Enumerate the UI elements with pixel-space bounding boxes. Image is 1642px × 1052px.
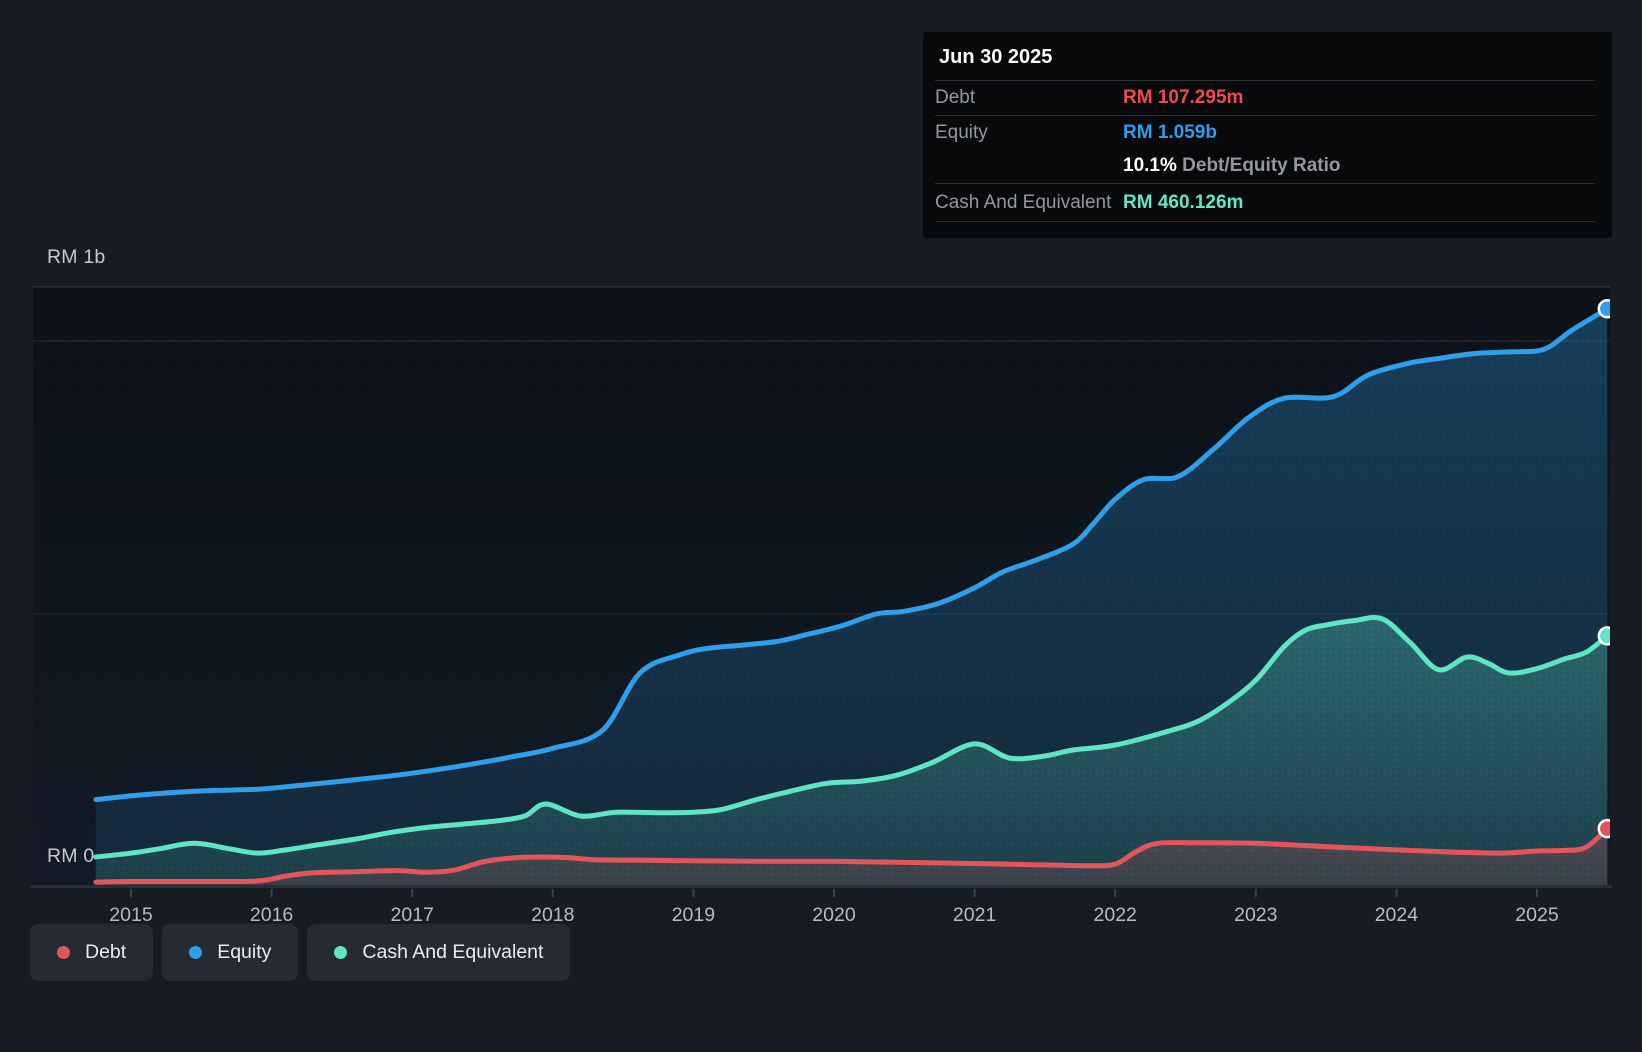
tooltip-label: Cash And Equivalent xyxy=(935,191,1112,213)
legend-item-cash-and-equivalent[interactable]: Cash And Equivalent xyxy=(307,924,571,981)
x-axis-label-2018: 2018 xyxy=(531,904,574,926)
tooltip-value: RM 460.126m xyxy=(1123,191,1244,213)
endpoint-marker-equity[interactable] xyxy=(1597,299,1616,319)
balance-sheet-chart-page: 2015 2016 2017 2018 2019 2020 2021 2022 2023 2024… xyxy=(0,0,1642,1052)
legend-item-debt[interactable]: Debt xyxy=(30,924,154,981)
tooltip-row-debt: Debt RM 107.295m xyxy=(935,80,1595,115)
x-axis-label-2023: 2023 xyxy=(1234,904,1277,926)
x-axis-label-2020: 2020 xyxy=(812,904,856,926)
x-axis-label-2015: 2015 xyxy=(109,904,153,926)
x-axis-label-2024: 2024 xyxy=(1375,904,1419,926)
equity-legend-dot xyxy=(189,946,203,959)
legend-label: Cash And Equivalent xyxy=(362,941,544,963)
tooltip-row-debt-equity-ratio: 10.1% Debt/Equity Ratio xyxy=(935,149,1595,183)
x-axis-label-2021: 2021 xyxy=(953,904,996,926)
x-axis-label-2016: 2016 xyxy=(250,904,293,926)
endpoint-marker-cash[interactable] xyxy=(1597,626,1616,646)
tooltip-value: 10.1% Debt/Equity Ratio xyxy=(1123,155,1341,176)
tooltip-value: RM 107.295m xyxy=(1123,87,1244,108)
legend-label: Debt xyxy=(85,941,127,963)
x-axis-line xyxy=(30,885,1612,888)
tooltip-row-equity: Equity RM 1.059b xyxy=(935,115,1595,149)
x-axis-label-2022: 2022 xyxy=(1094,904,1137,926)
y-axis-label-1b: RM 1b xyxy=(47,246,106,268)
chart-legend: Debt Equity Cash And Equivalent xyxy=(30,924,571,981)
tooltip-label: Debt xyxy=(935,87,976,108)
chart-tooltip: Jun 30 2025 Debt RM 107.295m Equity RM 1.05… xyxy=(923,32,1612,238)
tooltip-label: Equity xyxy=(935,121,988,143)
legend-item-equity[interactable]: Equity xyxy=(162,924,299,981)
x-axis-label-2019: 2019 xyxy=(672,904,715,926)
tooltip-rows: Debt RM 107.295m Equity RM 1.059b 10.1% Debt… xyxy=(935,80,1595,222)
x-axis-label-2025: 2025 xyxy=(1515,904,1559,926)
tooltip-value: RM 1.059b xyxy=(1123,121,1217,143)
tooltip-row-cash-and-equivalent: Cash And Equivalent RM 460.126m xyxy=(935,183,1595,222)
legend-label: Equity xyxy=(217,941,272,963)
debt-legend-dot xyxy=(57,946,70,959)
plot-texture xyxy=(33,287,1610,887)
x-axis-label-2017: 2017 xyxy=(391,904,434,926)
cash-legend-dot xyxy=(334,946,348,959)
tooltip-date: Jun 30 2025 xyxy=(939,46,1053,68)
y-axis-label-zero: RM 0 xyxy=(47,845,95,867)
endpoint-marker-debt[interactable] xyxy=(1597,818,1616,839)
